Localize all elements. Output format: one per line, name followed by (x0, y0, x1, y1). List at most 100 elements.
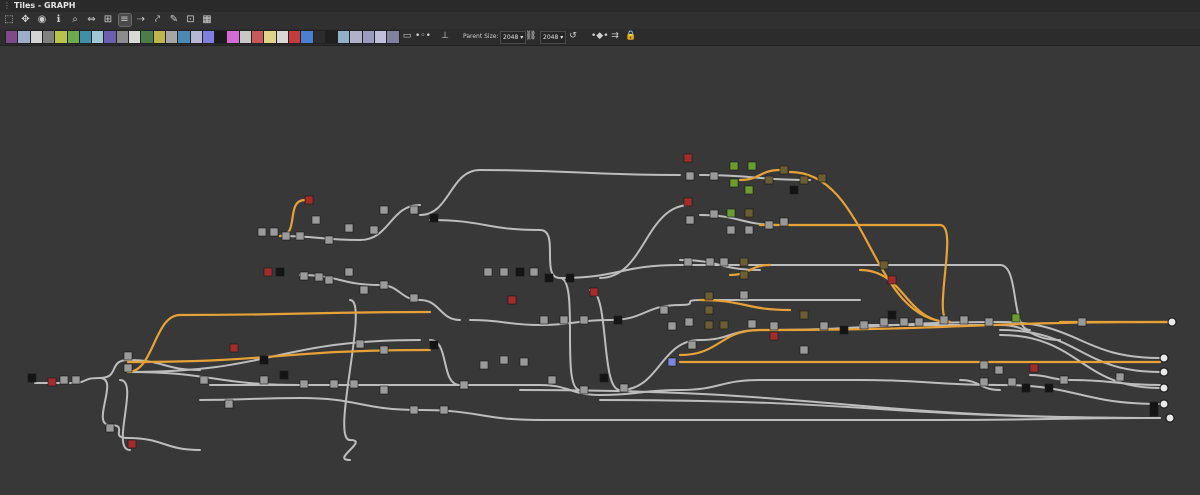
snap-icon[interactable]: ⊡ (185, 14, 197, 26)
graph-node-62[interactable] (579, 315, 589, 325)
frame-icon[interactable]: ⊥ (438, 30, 452, 43)
graph-node-5[interactable] (123, 363, 133, 373)
graph-node-45[interactable] (299, 271, 309, 281)
link-31[interactable] (559, 277, 581, 391)
graph-node-57[interactable] (565, 273, 575, 283)
link-19[interactable] (479, 169, 681, 176)
info-icon[interactable]: ℹ (53, 14, 65, 26)
graph-node-78[interactable] (709, 209, 719, 219)
graph-node-85[interactable] (683, 257, 693, 267)
link-26[interactable] (539, 319, 611, 326)
graph-node-115[interactable] (799, 345, 809, 355)
graph-node-94[interactable] (684, 317, 694, 327)
link-12[interactable] (679, 379, 761, 391)
graph-node-22[interactable] (429, 340, 439, 350)
graph-node-28[interactable] (579, 385, 589, 395)
graph-node-21[interactable] (379, 345, 389, 355)
graph-node-56[interactable] (544, 273, 554, 283)
graph-node-89[interactable] (739, 270, 749, 280)
graph-node-0[interactable] (27, 373, 37, 383)
graph-node-58[interactable] (589, 287, 599, 297)
graph-node-35[interactable] (311, 215, 321, 225)
graph-node-18[interactable] (229, 343, 239, 353)
graph-node-16[interactable] (409, 405, 419, 415)
graph-node-111[interactable] (984, 317, 994, 327)
graph-node-33[interactable] (281, 231, 291, 241)
graph-node-34[interactable] (295, 231, 305, 241)
graph-node-4[interactable] (123, 351, 133, 361)
graph-node-81[interactable] (726, 225, 736, 235)
link-43[interactable] (599, 399, 1161, 419)
link-60[interactable] (343, 439, 357, 461)
graph-node-121[interactable] (994, 365, 1004, 375)
grid-icon[interactable]: ▦ (201, 14, 213, 26)
graph-node-117[interactable] (687, 340, 697, 350)
graph-node-88[interactable] (739, 257, 749, 267)
graph-node-29[interactable] (599, 373, 609, 383)
graph-node-49[interactable] (359, 285, 369, 295)
graph-node-91[interactable] (887, 275, 897, 285)
output-node-128[interactable] (1167, 317, 1177, 327)
graph-node-32[interactable] (269, 227, 279, 237)
graph-node-53[interactable] (499, 267, 509, 277)
graph-node-69[interactable] (729, 178, 739, 188)
graph-node-100[interactable] (747, 319, 757, 329)
graph-node-103[interactable] (819, 321, 829, 331)
graph-node-2[interactable] (59, 375, 69, 385)
graph-node-112[interactable] (1011, 313, 1021, 323)
graph-node-86[interactable] (705, 257, 715, 267)
output-node-133[interactable] (1165, 413, 1175, 423)
graph-node-59[interactable] (507, 295, 517, 305)
pin-icon[interactable]: •◦• (414, 30, 432, 43)
graph-node-92[interactable] (659, 305, 669, 315)
graph-node-40[interactable] (409, 205, 419, 215)
graph-node-51[interactable] (409, 293, 419, 303)
graph-node-123[interactable] (1021, 383, 1031, 393)
link-58[interactable] (127, 437, 201, 451)
graph-node-97[interactable] (704, 320, 714, 330)
graph-node-1[interactable] (47, 377, 57, 387)
link-3[interactable] (99, 377, 111, 426)
graph-node-11[interactable] (279, 370, 289, 380)
graph-node-61[interactable] (559, 315, 569, 325)
screenshot-icon[interactable]: ◉ (36, 14, 48, 26)
graph-node-42[interactable] (304, 195, 314, 205)
graph-node-14[interactable] (349, 379, 359, 389)
graph-node-38[interactable] (369, 225, 379, 235)
graph-node-80[interactable] (744, 208, 754, 218)
highlighted-link-3[interactable] (278, 198, 307, 238)
node-graph[interactable] (0, 46, 1200, 495)
split-link-icon[interactable]: ⤤ (152, 14, 164, 26)
link-20[interactable] (429, 219, 541, 231)
graph-node-84[interactable] (779, 217, 789, 227)
connect-icon[interactable]: ⇔ (86, 14, 98, 26)
move-icon[interactable]: ✥ (20, 14, 32, 26)
graph-node-13[interactable] (329, 379, 339, 389)
graph-node-41[interactable] (429, 213, 439, 223)
graph-node-31[interactable] (257, 227, 267, 237)
graph-node-46[interactable] (314, 272, 324, 282)
lock-icon[interactable]: 🔒 (625, 30, 636, 43)
graph-node-118[interactable] (667, 357, 677, 367)
graph-node-30[interactable] (619, 383, 629, 393)
graph-node-95[interactable] (704, 291, 714, 301)
graph-node-47[interactable] (324, 275, 334, 285)
graph-node-66[interactable] (709, 171, 719, 181)
graph-node-37[interactable] (344, 223, 354, 233)
tile-atom-icon[interactable] (386, 30, 401, 44)
graph-node-48[interactable] (344, 267, 354, 277)
link-16[interactable] (279, 235, 361, 241)
output-node-130[interactable] (1159, 367, 1169, 377)
graph-node-98[interactable] (719, 320, 729, 330)
graph-node-120[interactable] (979, 377, 989, 387)
highlighted-link-12[interactable] (858, 268, 952, 324)
graph-node-102[interactable] (799, 310, 809, 320)
chain-link-icon[interactable]: ⛓ (525, 30, 536, 43)
graph-node-10[interactable] (259, 375, 269, 385)
graph-node-71[interactable] (764, 175, 774, 185)
graph-node-82[interactable] (744, 225, 754, 235)
link-18[interactable] (419, 169, 481, 216)
frame-all-icon[interactable]: ⬚ (3, 14, 15, 26)
graph-node-109[interactable] (939, 315, 949, 325)
align-icon[interactable]: ≡ (117, 13, 132, 27)
